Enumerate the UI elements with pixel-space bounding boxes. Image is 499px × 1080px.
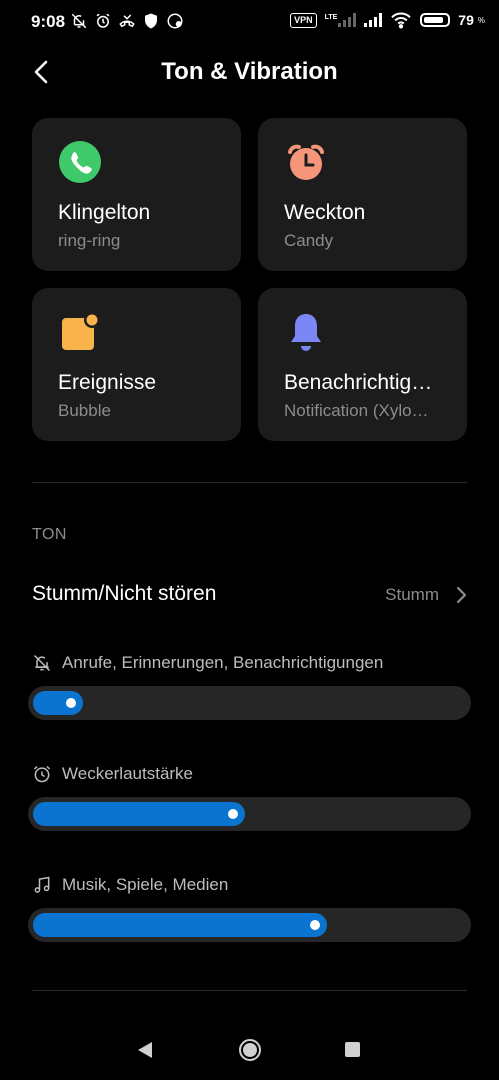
navigation-bar (0, 1020, 499, 1080)
nav-recents-icon[interactable] (345, 1042, 360, 1057)
signal-sim2-icon (364, 13, 383, 27)
nav-back-icon[interactable] (136, 1040, 154, 1060)
volume-slider-media-knob[interactable] (310, 920, 320, 930)
app-notification-icon (167, 13, 183, 29)
dnd-value: Stumm (385, 585, 439, 604)
shield-icon (145, 13, 157, 29)
divider (32, 990, 467, 991)
card-ringtone[interactable]: Klingelton ring-ring (32, 118, 241, 271)
alarm-clock-icon (288, 144, 324, 180)
dnd-label: Stumm/Nicht stören (32, 582, 217, 605)
alarm-status-icon (96, 13, 110, 28)
chevron-right-icon (456, 586, 467, 604)
volume-label-alarm-text: Weckerlautstärke (62, 764, 194, 783)
page-title: Ton & Vibration (161, 58, 338, 85)
card-events-name: Ereignisse (58, 371, 157, 394)
volume-slider-alarm[interactable] (28, 797, 471, 831)
nav-home-icon[interactable] (238, 1038, 262, 1062)
card-ringtone-name: Klingelton (58, 201, 151, 224)
card-alarm[interactable]: Weckton Candy (258, 118, 467, 271)
card-notifications-name: Benachrichtig… (284, 371, 433, 394)
card-alarm-value: Candy (284, 231, 334, 250)
bell-off-icon (33, 654, 51, 672)
volume-slider-ring-knob[interactable] (66, 698, 76, 708)
card-events-value: Bubble (58, 401, 111, 420)
status-time: 9:08 (31, 12, 66, 31)
battery-level: 79 (458, 12, 474, 28)
volume-slider-ring[interactable] (28, 686, 471, 720)
card-notifications[interactable]: Benachrichtig… Notification (Xylo… (258, 288, 467, 441)
music-note-icon (34, 876, 50, 893)
volume-slider-alarm-fill (33, 802, 245, 826)
vpn-badge: VPN (290, 12, 317, 28)
event-icon (62, 312, 100, 350)
wifi-icon (391, 12, 412, 29)
divider (32, 482, 467, 483)
status-right-icons: VPN LTE 79 % (290, 11, 485, 29)
missed-call-icon (119, 14, 135, 28)
status-left-icons (70, 12, 184, 30)
volume-slider-alarm-knob[interactable] (228, 809, 238, 819)
battery-unit: % (477, 15, 485, 25)
card-events[interactable]: Ereignisse Bubble (32, 288, 241, 441)
volume-slider-media[interactable] (28, 908, 471, 942)
signal-sim1-icon (338, 13, 357, 27)
dnd-row[interactable]: Stumm/Nicht stören Stumm (0, 570, 499, 620)
volume-label-ring: Anrufe, Erinnerungen, Benachrichtigungen (32, 653, 383, 673)
card-alarm-name: Weckton (284, 201, 366, 224)
battery-icon (420, 13, 451, 27)
alarm-clock-icon (33, 765, 51, 783)
section-title: TON (32, 526, 67, 543)
volume-slider-media-fill (33, 913, 327, 937)
phone-icon (59, 141, 101, 183)
card-notifications-value: Notification (Xylo… (284, 401, 429, 420)
network-type: LTE (324, 14, 338, 21)
bell-icon (291, 314, 321, 351)
volume-label-media: Musik, Spiele, Medien (32, 875, 228, 895)
card-ringtone-value: ring-ring (58, 231, 121, 250)
volume-label-ring-text: Anrufe, Erinnerungen, Benachrichtigungen (62, 653, 384, 672)
volume-label-alarm: Weckerlautstärke (32, 764, 193, 784)
volume-label-media-text: Musik, Spiele, Medien (62, 875, 229, 894)
status-bar: 9:08 VPN LTE 79 % (0, 0, 499, 44)
notifications-off-icon (71, 13, 87, 29)
